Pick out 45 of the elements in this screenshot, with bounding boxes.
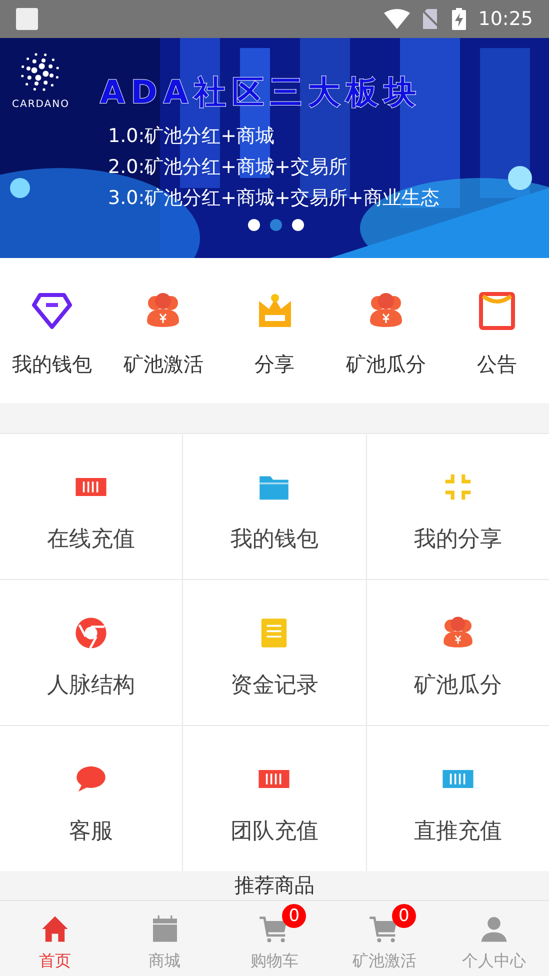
logo-text: CARDANO xyxy=(12,98,70,112)
menu-tile[interactable]: 资金记录 xyxy=(183,580,366,725)
menu-tile[interactable]: 我的钱包 xyxy=(183,434,366,579)
menu-tile[interactable]: 直推充值 xyxy=(366,726,549,871)
shortcut-label: 我的钱包 xyxy=(12,351,92,378)
banner-text: 1.0:矿池分红+商城 xyxy=(108,124,276,149)
shortcut-label: 矿池瓜分 xyxy=(346,351,426,378)
tile-label: 人脉结构 xyxy=(47,672,136,700)
tab[interactable]: 首页 xyxy=(0,901,110,976)
menu-tile[interactable]: 客服 xyxy=(0,726,182,871)
tile-label: 资金记录 xyxy=(230,672,318,700)
section-title: 推荐商品 xyxy=(234,873,316,897)
cardano-logo-icon xyxy=(20,52,60,92)
tile-label: 在线充值 xyxy=(47,526,136,554)
wifi-icon xyxy=(384,9,410,29)
banner-text: 2.0:矿池分红+商城+交易所 xyxy=(108,155,348,180)
shortcut-item[interactable]: 矿池瓜分 xyxy=(338,291,434,379)
shortcut-label: 矿池激活 xyxy=(123,351,204,378)
menu-tile[interactable]: 矿池瓜分 xyxy=(366,580,549,725)
tile-label: 我的钱包 xyxy=(230,526,318,554)
shortcut-label: 分享 xyxy=(254,351,294,378)
tile-label: 我的分享 xyxy=(414,526,502,554)
shortcut-item[interactable]: 公告 xyxy=(449,291,545,379)
menu-tile[interactable]: 团队充值 xyxy=(183,726,366,871)
menu-tile[interactable]: 人脉结构 xyxy=(0,580,182,725)
tile-label: 直推充值 xyxy=(414,818,502,846)
tile-label: 客服 xyxy=(69,818,114,846)
tab[interactable]: 矿池激活 0 xyxy=(329,901,440,976)
count-badge: 0 xyxy=(392,904,416,928)
menu-tile[interactable]: 在线充值 xyxy=(0,434,182,579)
tab[interactable]: 购物车 0 xyxy=(220,901,330,976)
banner-text: 3.0:矿池分红+商城+交易所+商业生态 xyxy=(108,186,440,211)
shortcut-item[interactable]: 矿池激活 xyxy=(115,291,212,379)
diamond-icon xyxy=(32,291,72,331)
clock: 10:25 xyxy=(478,6,533,32)
shortcut-label: 公告 xyxy=(477,351,517,378)
count-badge: 0 xyxy=(282,904,306,928)
shortcut-item[interactable]: 分享 xyxy=(226,291,322,379)
shortcut-item[interactable]: 我的钱包 xyxy=(4,291,100,379)
battery-charging-icon xyxy=(452,8,466,30)
tile-label: 矿池瓜分 xyxy=(414,672,502,700)
menu-tile[interactable]: 我的分享 xyxy=(366,434,549,579)
envelope-icon xyxy=(477,291,517,331)
app-notification-icon xyxy=(16,8,38,30)
tile-label: 团队充值 xyxy=(230,818,318,846)
